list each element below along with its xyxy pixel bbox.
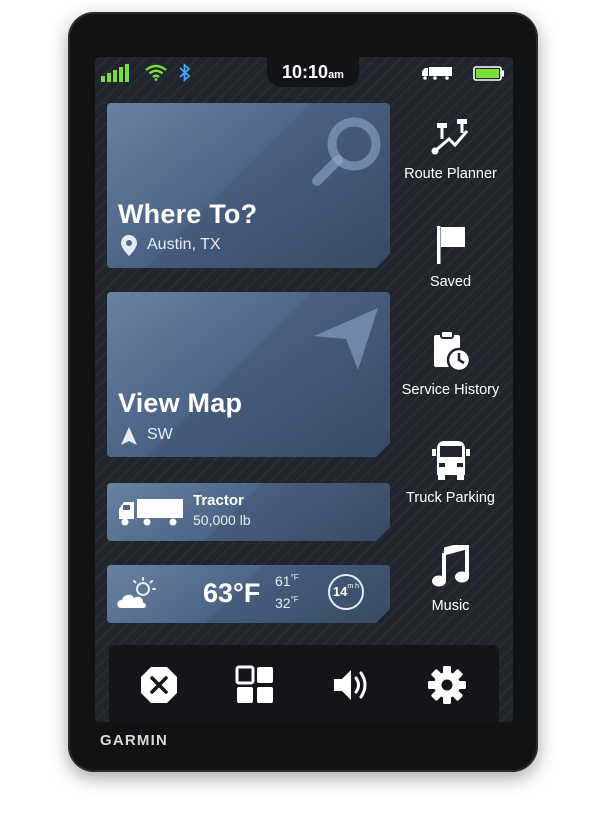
battery-icon — [473, 66, 504, 81]
sidebar-label-truck-parking: Truck Parking — [406, 490, 495, 506]
weather-tile[interactable]: 63°F 61°F 32°F 14m h — [107, 565, 390, 623]
vehicle-weight: 50,000 lb — [193, 512, 251, 528]
flag-icon — [436, 226, 465, 264]
partly-cloudy-icon — [115, 577, 157, 611]
temp-high: 61°F — [275, 573, 299, 589]
route-planner-icon — [431, 119, 468, 155]
volume-button[interactable] — [331, 665, 371, 705]
service-history-icon — [433, 330, 471, 373]
wifi-icon — [145, 64, 167, 81]
temp-high-value: 61 — [275, 573, 291, 589]
view-map-tile[interactable]: View Map SW — [107, 292, 390, 457]
close-icon — [141, 667, 177, 703]
view-map-title: View Map — [118, 388, 243, 418]
temp-high-unit: °F — [290, 573, 299, 582]
sidebar-label-route-planner: Route Planner — [404, 166, 497, 182]
sidebar-item-music[interactable]: Music — [388, 541, 513, 614]
forecast-unit: m h — [347, 583, 360, 590]
settings-icon — [428, 666, 466, 704]
temp-low: 32°F — [275, 595, 299, 611]
sidebar-label-music: Music — [431, 598, 470, 614]
truck-parking-icon — [431, 441, 470, 480]
screen: 10:10am Where To? Austin, TX View Map SW… — [95, 57, 513, 722]
navigation-arrow-icon — [312, 306, 382, 372]
heading-arrow-icon — [121, 427, 137, 445]
where-to-title: Where To? — [118, 199, 258, 229]
vehicle-name: Tractor — [193, 492, 244, 509]
settings-button[interactable] — [427, 665, 467, 705]
volume-icon — [334, 670, 367, 700]
tractor-trailer-icon — [117, 497, 185, 527]
clock-ampm: am — [328, 69, 344, 81]
apps-button[interactable] — [235, 665, 275, 705]
clock: 10:10am — [267, 57, 359, 87]
sidebar-item-route-planner[interactable]: Route Planner — [388, 117, 513, 182]
temp-low-unit: °F — [290, 595, 299, 604]
sidebar-item-saved[interactable]: Saved — [388, 223, 513, 290]
apps-icon — [235, 665, 273, 703]
close-button[interactable] — [139, 665, 179, 705]
bluetooth-icon — [179, 63, 191, 82]
sidebar-item-service-history[interactable]: Service History — [388, 329, 513, 398]
current-temperature: 63°F — [203, 578, 261, 608]
temp-low-value: 32 — [275, 595, 291, 611]
sidebar-label-saved: Saved — [429, 274, 472, 290]
sidebar-item-truck-parking[interactable]: Truck Parking — [388, 437, 513, 506]
view-map-heading: SW — [147, 426, 173, 443]
location-pin-icon — [121, 235, 137, 256]
music-icon — [431, 541, 469, 587]
bottom-bar — [109, 645, 499, 722]
where-to-location: Austin, TX — [147, 236, 221, 253]
status-bar: 10:10am — [95, 57, 513, 91]
forecast-time: 14 — [332, 584, 348, 599]
brand-logo: GARMIN — [100, 732, 169, 749]
signal-icon — [101, 64, 129, 82]
vehicle-tile[interactable]: Tractor 50,000 lb — [107, 483, 390, 541]
search-icon — [307, 111, 387, 191]
where-to-tile[interactable]: Where To? Austin, TX — [107, 103, 390, 268]
forecast-timer: 14m h — [328, 574, 364, 610]
clock-time: 10:10 — [282, 62, 329, 82]
truck-icon — [422, 67, 452, 80]
sidebar-label-service-history: Service History — [401, 382, 500, 398]
